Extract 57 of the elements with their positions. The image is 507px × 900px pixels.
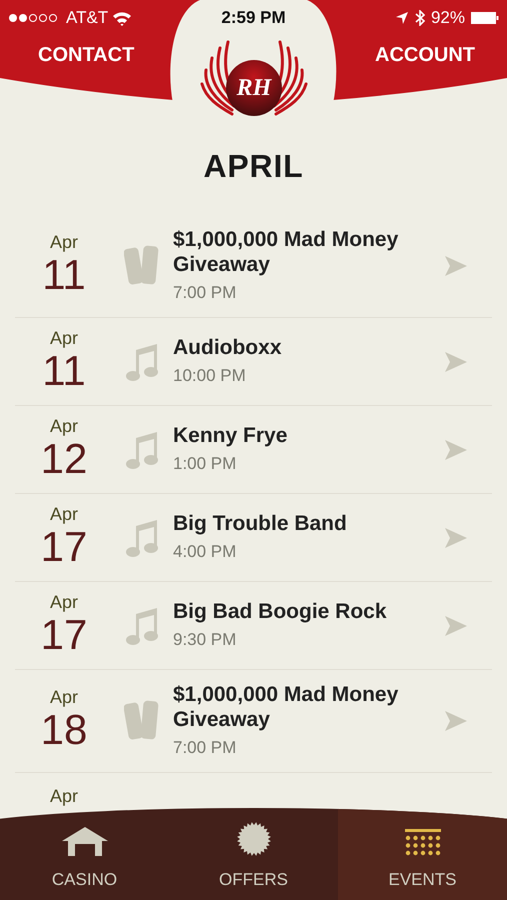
event-month: Apr [50, 504, 78, 522]
wifi-icon [112, 10, 132, 26]
month-title: APRIL [204, 147, 304, 186]
event-row[interactable]: Apr 11 $1,000,000 Mad Money Giveaway 7:00 PM [15, 215, 492, 318]
music-note-icon [125, 430, 161, 470]
event-title: $1,000,000 Mad Money Giveaway [173, 682, 400, 732]
event-month: Apr [50, 328, 78, 346]
chevron-icon [444, 255, 468, 277]
event-title: Big Trouble Band [173, 510, 348, 536]
event-title: $1,000,000 Mad Money Giveaway [173, 226, 400, 277]
event-row[interactable]: Apr 17 Big Bad Boogie Rock 9:30 PM [15, 582, 492, 670]
event-time: 10:00 PM [173, 364, 247, 387]
event-day: 17 [40, 522, 88, 570]
event-title: Audioboxx [173, 334, 282, 360]
event-time: 7:00 PM [173, 736, 238, 759]
event-month: Apr [50, 787, 78, 805]
starburst-icon [236, 820, 272, 856]
event-day: 17 [40, 610, 88, 658]
event-time: 9:30 PM [173, 628, 238, 651]
music-note-icon [125, 342, 161, 382]
battery-icon [471, 12, 499, 24]
chevron-icon [444, 614, 468, 636]
event-title: Big Bad Boogie Rock [173, 598, 388, 624]
event-day: 12 [40, 434, 88, 482]
event-time: 7:00 PM [173, 282, 238, 304]
account-link[interactable]: ACCOUNT [375, 40, 475, 70]
event-time: 1:00 PM [173, 452, 238, 475]
event-month: Apr [50, 416, 78, 434]
contact-link[interactable]: CONTACT [38, 40, 134, 70]
music-note-icon [125, 606, 161, 646]
event-month: Apr [50, 688, 78, 706]
chevron-icon [444, 350, 468, 372]
tab-button[interactable]: EVENTS [338, 808, 507, 900]
bluetooth-icon [414, 10, 425, 26]
location-arrow-icon [394, 11, 409, 25]
status-time: 2:59 PM [220, 7, 287, 30]
music-note-icon [125, 518, 161, 558]
chevron-icon [444, 710, 468, 732]
event-day: 18 [40, 706, 88, 754]
event-row[interactable]: Apr 17 Big Trouble Band 4:00 PM [15, 494, 492, 582]
battery-percent: 92% [430, 7, 465, 30]
event-title: Kenny Frye [173, 422, 288, 448]
event-month: Apr [50, 233, 78, 251]
event-day: 11 [42, 346, 86, 394]
event-time: 4:00 PM [173, 540, 238, 563]
calendar-icon [404, 828, 440, 856]
tab-button[interactable]: CASINO [0, 808, 169, 900]
event-day: 11 [42, 251, 86, 299]
event-row[interactable]: Apr 11 Audioboxx 10:00 PM [15, 318, 492, 406]
event-row[interactable]: Apr 18 $1,000,000 Mad Money Giveaway 7:00 PM [15, 670, 492, 773]
tab-button[interactable]: OFFERS [169, 808, 338, 900]
chevron-icon [444, 526, 468, 548]
event-month: Apr [50, 592, 78, 610]
event-row[interactable]: Apr 12 Kenny Frye 1:00 PM [15, 406, 492, 494]
chevron-icon [444, 438, 468, 460]
carrier-name: AT&T [66, 7, 108, 30]
house-icon [62, 826, 108, 856]
